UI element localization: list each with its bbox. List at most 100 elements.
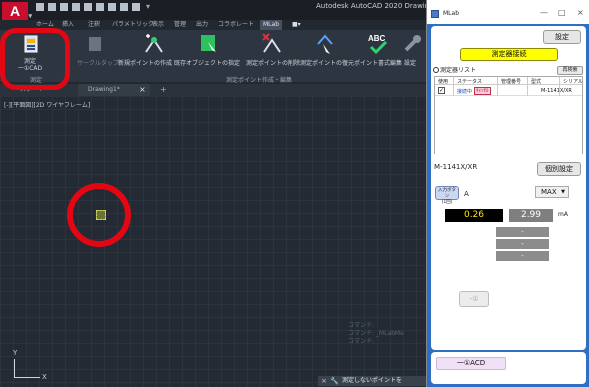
customize-icon[interactable]: 🔧 — [330, 376, 339, 386]
mlab-app-icon — [431, 10, 439, 18]
acd-panel: 一①ACD — [431, 352, 586, 384]
column-id: 管理番号 — [501, 79, 522, 85]
device-list-title: 測定器リスト — [433, 65, 476, 74]
highlight-callout-point — [67, 183, 131, 247]
circle-tap-icon[interactable] — [86, 34, 104, 54]
command-line[interactable]: × 🔧 測定しないポイントを — [318, 376, 426, 386]
tab-view[interactable]: 表示 — [152, 20, 164, 30]
autocad-window: A ▾ ▾ Autodesk AutoCAD 2020 Drawing1 ホーム … — [0, 0, 438, 387]
ucs-x-label: X — [42, 373, 47, 381]
new-point-button[interactable]: 新規ポイントの作成 — [118, 58, 172, 67]
autocad-logo[interactable]: A ▾ — [2, 2, 32, 20]
command-history-line: コマンド: — [348, 322, 375, 329]
value-unit: mA — [558, 211, 568, 218]
measured-value: 0.26 — [445, 209, 503, 222]
record-button[interactable]: -① — [459, 291, 489, 307]
mlab-window: MLab — □ × 設定 測定器接続 測定器リスト 再検索 使用 ステータス … — [426, 0, 589, 387]
input-button[interactable]: 入力ボタン (1回) — [435, 186, 459, 205]
plot-icon[interactable] — [84, 3, 92, 11]
quick-access-dropdown-icon[interactable]: ▾ — [146, 2, 150, 11]
cancel-badge[interactable]: ｷｬﾝｾﾙ — [474, 87, 491, 95]
app-title: Autodesk AutoCAD 2020 Drawing1 — [316, 2, 439, 10]
maximize-icon[interactable]: □ — [558, 8, 566, 17]
individual-settings-button[interactable]: 個別設定 — [537, 162, 581, 176]
secondary-value: 2.99 — [509, 209, 553, 222]
column-use: 使用 — [438, 79, 449, 85]
use-checkbox[interactable]: ✓ — [438, 87, 445, 94]
wrench-icon[interactable] — [402, 34, 422, 54]
column-status: ステータス — [457, 79, 483, 85]
print-icon[interactable] — [96, 3, 104, 11]
connect-device-button[interactable]: 測定器接続 — [460, 48, 558, 61]
mlab-titlebar: MLab — □ × — [427, 0, 589, 24]
mlab-title: MLab — [443, 10, 460, 17]
tab-insert[interactable]: 挿入 — [62, 20, 74, 30]
connection-panel: 設定 測定器接続 測定器リスト 再検索 使用 ステータス 管理番号 型式 シリア… — [431, 26, 586, 174]
select-object-icon[interactable] — [198, 32, 220, 56]
close-command-icon[interactable]: × — [321, 376, 327, 386]
device-list-label: 測定器リスト — [440, 67, 477, 74]
share-icon[interactable] — [132, 3, 140, 11]
circle-tap-button[interactable]: サークルタップ — [77, 58, 119, 67]
save-as-icon[interactable] — [72, 3, 80, 11]
redo-icon[interactable] — [120, 3, 128, 11]
restore-point-icon[interactable] — [314, 32, 336, 56]
command-prompt[interactable]: 測定しないポイントを — [342, 376, 402, 386]
mlab-body: 設定 測定器接続 測定器リスト 再検索 使用 ステータス 管理番号 型式 シリア… — [427, 24, 589, 387]
point-format-button[interactable]: ポイント書式編集 — [354, 58, 402, 67]
tab-parametric[interactable]: パラメトリック — [112, 20, 154, 30]
column-divider — [453, 77, 454, 96]
workspace-dropdown-icon[interactable]: ■▾ — [292, 20, 301, 30]
table-row[interactable]: ✓ 接続中 ｷｬﾝｾﾙ M-1141X/XR — [435, 86, 582, 96]
column-divider — [497, 77, 498, 96]
command-history: コマンド: コマンド: _MLabMe コマンド: — [348, 322, 404, 346]
minimize-icon[interactable]: — — [540, 8, 548, 17]
delete-point-icon[interactable] — [260, 32, 284, 56]
svg-text:ABC: ABC — [368, 34, 386, 43]
chevron-down-icon: ▼ — [561, 189, 565, 195]
close-window-icon[interactable]: × — [577, 8, 584, 17]
ucs-y-axis — [14, 359, 15, 377]
drawing-canvas[interactable]: [-][平面図][2D ワイヤフレーム] Y X コマンド: コマンド: _ML… — [0, 96, 426, 387]
value-slot: - — [496, 251, 549, 261]
mode-select[interactable]: MAX ▼ — [535, 186, 569, 198]
close-tab-icon[interactable]: × — [139, 84, 146, 96]
device-panel: M-1141X/XR 個別設定 入力ボタン (1回) A MAX ▼ 0.26 2… — [431, 154, 586, 350]
device-list-header: 使用 ステータス 管理番号 型式 シリアル — [435, 77, 582, 85]
command-history-line: コマンド: _MLabMe — [348, 330, 404, 337]
column-divider — [559, 77, 560, 96]
restore-point-button[interactable]: 測定ポイントの復元 — [300, 58, 354, 67]
tab-mlab[interactable]: MLab — [260, 20, 283, 30]
settings-ribbon-button[interactable]: 設定 — [404, 58, 416, 67]
tab-collaborate[interactable]: コラボレート — [218, 20, 254, 30]
refresh-button[interactable]: 再検索 — [557, 66, 583, 75]
new-file-icon[interactable] — [36, 3, 44, 11]
undo-icon[interactable] — [108, 3, 116, 11]
column-divider — [527, 77, 528, 96]
settings-button[interactable]: 設定 — [543, 30, 581, 44]
device-name: M-1141X/XR — [434, 163, 478, 171]
model-cell: M-1141X/XR — [541, 88, 572, 94]
select-object-button[interactable]: 既存オブジェクトの指定 — [174, 58, 240, 67]
autocad-titlebar: A ▾ ▾ Autodesk AutoCAD 2020 Drawing1 — [0, 0, 438, 20]
new-point-icon[interactable] — [142, 32, 166, 56]
ucs-x-axis — [14, 377, 40, 378]
open-file-icon[interactable] — [48, 3, 56, 11]
collapse-icon[interactable] — [433, 67, 439, 73]
acd-button[interactable]: 一①ACD — [436, 357, 506, 370]
viewport-label[interactable]: [-][平面図][2D ワイヤフレーム] — [4, 100, 90, 109]
command-history-line: コマンド: — [348, 338, 375, 345]
tab-manage[interactable]: 管理 — [174, 20, 186, 30]
save-icon[interactable] — [60, 3, 68, 11]
mode-value: MAX — [541, 188, 557, 196]
logo-letter: A — [9, 3, 21, 19]
delete-point-button[interactable]: 測定ポイントの削除 — [246, 58, 300, 67]
new-tab-icon[interactable]: + — [160, 84, 167, 96]
value-slot: - — [496, 227, 549, 237]
status-link[interactable]: 接続中 — [457, 88, 472, 95]
desktop: A ▾ ▾ Autodesk AutoCAD 2020 Drawing1 ホーム … — [0, 0, 589, 387]
point-format-icon[interactable]: ABC — [366, 32, 390, 56]
tab-annotate[interactable]: 注釈 — [88, 20, 100, 30]
tab-output[interactable]: 出力 — [196, 20, 208, 30]
input-unit: A — [464, 190, 469, 198]
